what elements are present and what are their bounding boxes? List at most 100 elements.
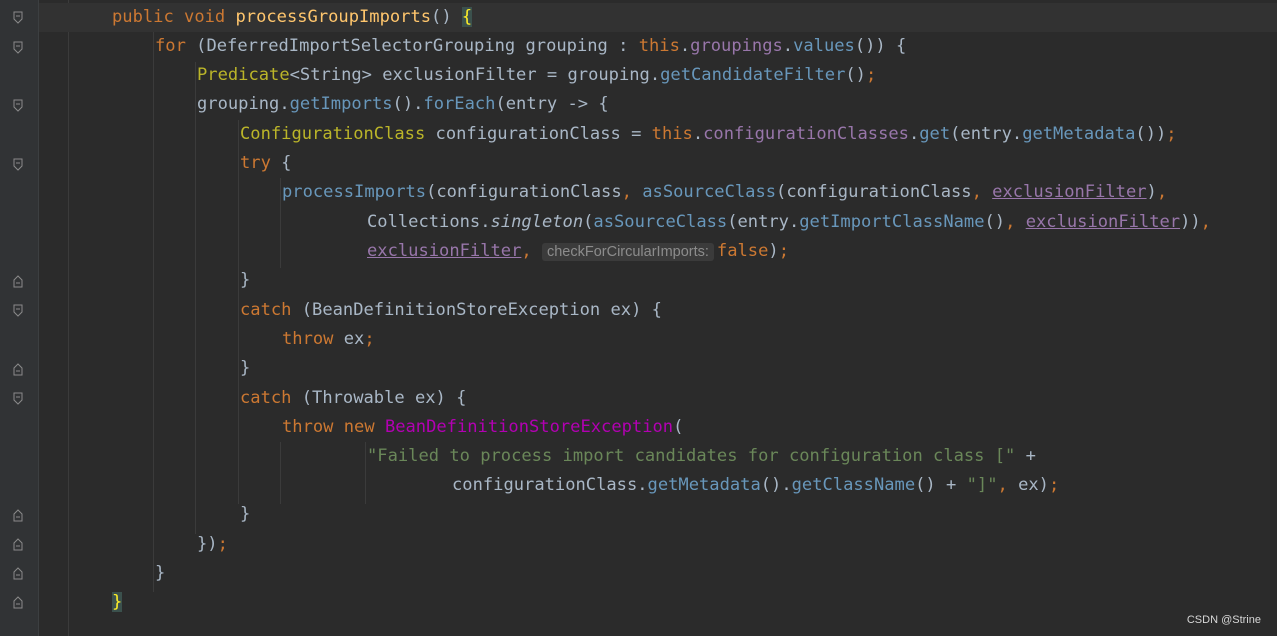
semicolon: ; xyxy=(1048,475,1060,495)
code-text: } xyxy=(155,563,166,583)
keyword: for xyxy=(155,36,197,56)
code-text: grouping. xyxy=(197,94,290,114)
code-text: configurationClass = xyxy=(425,124,652,144)
method-call: values xyxy=(793,36,855,56)
fold-open-icon[interactable] xyxy=(12,98,24,112)
code-text: (BeanDefinitionStoreException ex) { xyxy=(291,300,662,320)
code-line-12[interactable]: throw ex; xyxy=(39,325,1277,354)
code-text: (entry. xyxy=(727,212,800,232)
method-call: getImportClassName xyxy=(799,212,985,232)
code-line-2[interactable]: for (DeferredImportSelectorGrouping grou… xyxy=(39,32,1277,61)
variable-reference: exclusionFilter xyxy=(1025,212,1181,232)
fold-open-icon[interactable] xyxy=(12,303,24,317)
comma: , xyxy=(971,182,993,202)
fold-close-icon[interactable] xyxy=(12,362,24,376)
code-text: + xyxy=(1015,446,1036,466)
keyword: false xyxy=(716,241,769,261)
code-text: configurationClass. xyxy=(452,475,648,495)
code-line-18[interactable]: } xyxy=(39,500,1277,529)
static-method-call: singleton xyxy=(490,212,584,232)
fold-open-icon[interactable] xyxy=(12,40,24,54)
code-text: (). xyxy=(392,94,424,114)
code-text: () xyxy=(845,65,866,85)
parameter-hint: checkForCircularImports: xyxy=(541,243,714,261)
code-text: ( xyxy=(583,212,594,232)
code-text: () xyxy=(984,212,1006,232)
comma: , xyxy=(997,475,1019,495)
code-line-8[interactable]: Collections.singleton(asSourceClass(entr… xyxy=(39,208,1277,237)
keyword: throw xyxy=(282,329,334,349)
code-line-5[interactable]: ConfigurationClass configurationClass = … xyxy=(39,120,1277,149)
code-text: () xyxy=(431,7,462,27)
code-text: ) xyxy=(768,241,779,261)
constructor-call: BeanDefinitionStoreException xyxy=(384,417,674,437)
comma: , xyxy=(521,241,532,261)
code-line-16[interactable]: "Failed to process import candidates for… xyxy=(39,442,1277,471)
code-text: <String> exclusionFilter = grouping. xyxy=(289,65,661,85)
method-declaration: processGroupImports xyxy=(235,7,432,27)
semicolon: ; xyxy=(865,65,877,85)
code-text: (entry. xyxy=(950,124,1023,144)
code-text: ex xyxy=(333,329,365,349)
method-call: forEach xyxy=(423,94,496,114)
code-text: ()) { xyxy=(854,36,907,56)
editor-gutter xyxy=(0,0,39,636)
code-text: (configurationClass xyxy=(426,182,622,202)
code-line-15[interactable]: throw new BeanDefinitionStoreException( xyxy=(39,413,1277,442)
watermark: CSDN @Strine xyxy=(1186,614,1261,626)
code-text: ()) xyxy=(1135,124,1167,144)
comma: , xyxy=(621,182,643,202)
method-call: get xyxy=(919,124,951,144)
code-line-10[interactable]: } xyxy=(39,266,1277,295)
code-line-13[interactable]: } xyxy=(39,354,1277,383)
code-line-4[interactable]: grouping.getImports().forEach(entry -> { xyxy=(39,90,1277,119)
code-text: (configurationClass xyxy=(776,182,972,202)
string-literal: "]" xyxy=(966,475,998,495)
code-line-3[interactable]: Predicate<String> exclusionFilter = grou… xyxy=(39,61,1277,90)
fold-open-icon[interactable] xyxy=(12,10,24,24)
comma: , xyxy=(1156,182,1168,202)
code-line-17[interactable]: configurationClass.getMetadata().getClas… xyxy=(39,471,1277,500)
code-text: (DeferredImportSelectorGrouping grouping… xyxy=(196,36,639,56)
fold-close-icon[interactable] xyxy=(12,566,24,580)
code-text: (Throwable ex) { xyxy=(291,388,467,408)
fold-close-icon[interactable] xyxy=(12,537,24,551)
string-literal: "Failed to process import candidates for… xyxy=(367,446,1016,466)
variable-reference: exclusionFilter xyxy=(992,182,1147,202)
code-line-19[interactable]: }); xyxy=(39,530,1277,559)
keyword: this xyxy=(651,124,693,144)
semicolon: ; xyxy=(1166,124,1177,144)
code-editor[interactable]: public void processGroupImports() { for … xyxy=(39,0,1277,636)
fold-open-icon[interactable] xyxy=(12,157,24,171)
type-name: Predicate xyxy=(197,65,290,85)
fold-close-icon[interactable] xyxy=(12,508,24,522)
code-line-6[interactable]: try { xyxy=(39,149,1277,178)
field: groupings xyxy=(690,36,783,56)
fold-open-icon[interactable] xyxy=(12,391,24,405)
code-line-14[interactable]: catch (Throwable ex) { xyxy=(39,384,1277,413)
fold-close-icon[interactable] xyxy=(12,595,24,609)
code-line-11[interactable]: catch (BeanDefinitionStoreException ex) … xyxy=(39,296,1277,325)
code-text: (entry -> { xyxy=(495,94,609,114)
code-line-20[interactable]: } xyxy=(39,559,1277,588)
method-call: getImports xyxy=(289,94,393,114)
code-line-9[interactable]: exclusionFilter, checkForCircularImports… xyxy=(39,237,1277,266)
matched-brace: { xyxy=(461,7,473,27)
code-line-1[interactable]: public void processGroupImports() { xyxy=(39,3,1277,32)
code-text: )) xyxy=(1180,212,1201,232)
code-text: . xyxy=(692,124,704,144)
code-text: }) xyxy=(197,534,218,554)
keyword: public void xyxy=(112,7,236,27)
code-text: (). xyxy=(760,475,792,495)
method-call: processImports xyxy=(282,182,427,202)
matched-brace: } xyxy=(112,592,123,612)
code-line-21[interactable]: } xyxy=(39,588,1277,617)
code-line-7[interactable]: processImports(configurationClass, asSou… xyxy=(39,178,1277,207)
code-text: () + xyxy=(915,475,967,495)
fold-close-icon[interactable] xyxy=(12,274,24,288)
method-call: getClassName xyxy=(791,475,916,495)
code-text: } xyxy=(240,270,251,290)
code-text: ) xyxy=(1146,182,1157,202)
code-text: } xyxy=(240,504,251,524)
